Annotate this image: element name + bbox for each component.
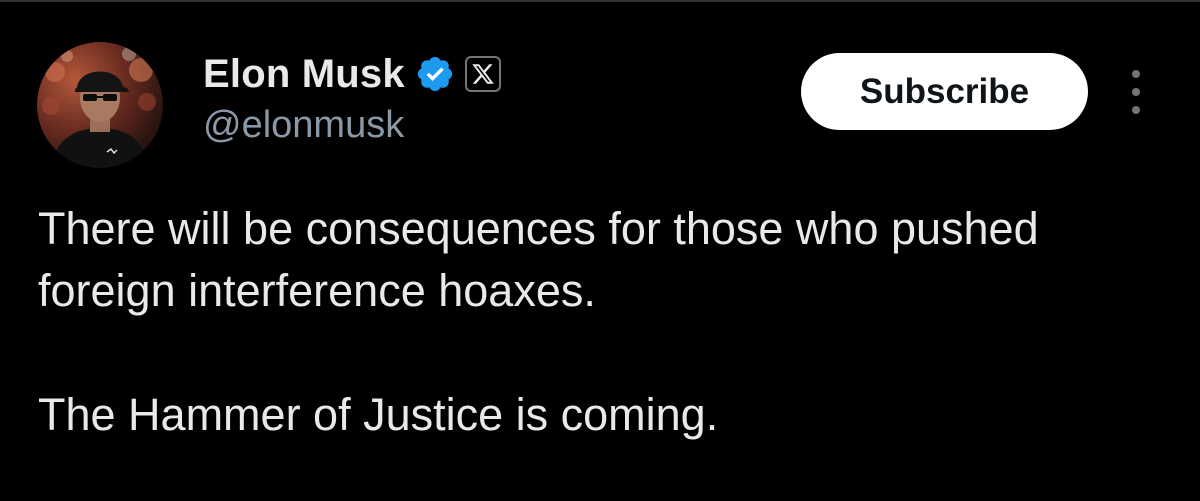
tweet-paragraph: The Hammer of Justice is coming. [38, 389, 719, 440]
verified-badge-icon[interactable] [415, 54, 455, 94]
user-handle[interactable]: @elonmusk [203, 104, 501, 147]
subscribe-button[interactable]: Subscribe [801, 53, 1088, 130]
avatar-image [42, 47, 156, 168]
tweet-card: Elon Musk @elonmusk Subscribe There will… [0, 0, 1200, 501]
tweet-text: There will be consequences for those who… [38, 198, 1178, 446]
x-logo-icon[interactable] [464, 56, 501, 92]
author-block: Elon Musk @elonmusk [203, 50, 501, 147]
display-name[interactable]: Elon Musk [203, 52, 405, 97]
more-vertical-icon[interactable] [1124, 70, 1148, 114]
name-row: Elon Musk [203, 50, 501, 98]
avatar[interactable] [37, 42, 163, 168]
tweet-paragraph: There will be consequences for those who… [38, 203, 1039, 316]
